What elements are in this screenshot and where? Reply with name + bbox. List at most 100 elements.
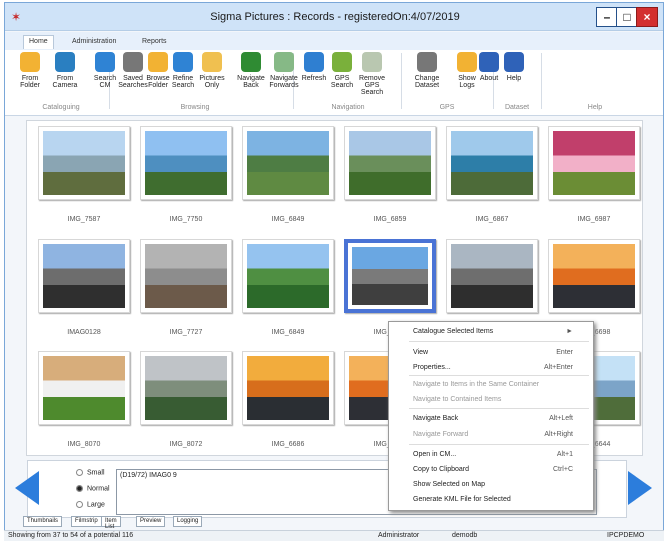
size-large-radio[interactable]: Large — [76, 501, 105, 508]
thumbnail-tile[interactable] — [344, 126, 436, 200]
ribbon-button-label: Search CM — [93, 75, 117, 89]
thumbnail-tile[interactable] — [140, 351, 232, 425]
camera-button[interactable]: From Camera — [48, 52, 82, 100]
context-menu-item[interactable]: Show Selected on Map — [389, 478, 593, 492]
thumbnail-tile[interactable] — [38, 351, 130, 425]
size-normal-radio[interactable]: Normal — [76, 485, 110, 492]
thumbnail-tile[interactable] — [242, 126, 334, 200]
thumbnail-image — [451, 244, 533, 308]
picture-button[interactable]: Pictures Only — [195, 52, 229, 100]
previous-page-arrow-icon[interactable] — [15, 471, 39, 505]
thumbnail-caption: IMG_7750 — [169, 216, 203, 223]
thumbnail-tile[interactable] — [140, 239, 232, 313]
status-machine: IPCPDEMO — [607, 532, 645, 539]
context-menu-shortcut: Alt+1 — [556, 451, 573, 458]
close-button[interactable]: × — [636, 7, 658, 27]
window-title: Sigma Pictures : Records - registeredOn:… — [210, 11, 460, 23]
tab-home[interactable]: Home — [23, 35, 54, 49]
thumbnail-tile[interactable] — [446, 239, 538, 313]
group-help: Help — [587, 104, 603, 111]
person-search-icon — [123, 52, 143, 72]
thumbnail-tile[interactable] — [446, 126, 538, 200]
thumbnail-image — [349, 131, 431, 195]
ribbon-tabs: Home Administration Reports — [5, 32, 663, 50]
context-menu-item[interactable]: View Enter — [389, 346, 593, 360]
thumbnail-image — [247, 131, 329, 195]
ribbon-button-label: Help — [506, 75, 522, 82]
context-menu-label: Navigate to Contained Items — [413, 396, 502, 403]
maximize-button[interactable]: □ — [616, 7, 638, 27]
ribbon-button-label: Navigate Forwards — [269, 75, 299, 89]
database-icon — [417, 52, 437, 72]
forward-icon — [274, 52, 294, 72]
ribbon-button-label: Refine Search — [171, 75, 195, 89]
gps-remove-button[interactable]: Remove GPS Search — [355, 52, 389, 100]
back-button[interactable]: Navigate Back — [234, 52, 268, 100]
context-menu-item[interactable]: Copy to Clipboard Ctrl+C — [389, 463, 593, 477]
thumbnail-caption: IMG_6849 — [271, 329, 305, 336]
thumbnail-caption: IMG_6867 — [475, 216, 509, 223]
context-menu-label: Navigate to Items in the Same Container — [413, 381, 540, 388]
context-menu-separator — [409, 444, 589, 445]
thumbnail-tile[interactable] — [548, 126, 640, 200]
group-browsing: Browsing — [180, 104, 210, 111]
thumbnail-caption: IMG_6859 — [373, 216, 407, 223]
bottom-tab[interactable]: Logging — [173, 516, 203, 527]
context-menu-item[interactable]: Catalogue Selected Items ► — [389, 325, 593, 339]
thumbnail-tile[interactable] — [140, 126, 232, 200]
thumbnail-tile[interactable] — [548, 239, 640, 313]
bottom-tab[interactable]: Filmstrip — [71, 516, 102, 527]
minimize-button[interactable]: – — [596, 7, 618, 27]
thumbnail-caption: IMG_7587 — [67, 216, 101, 223]
thumbnail-image — [145, 244, 227, 308]
thumbnail-tile[interactable] — [344, 239, 436, 313]
thumbnail-image — [451, 131, 533, 195]
tab-reports[interactable]: Reports — [137, 36, 172, 50]
context-menu-separator — [409, 375, 589, 376]
search-icon — [95, 52, 115, 72]
thumbnail-tile[interactable] — [242, 351, 334, 425]
context-menu-label: Generate KML File for Selected — [413, 496, 511, 503]
thumbnail-caption: IMG_8072 — [169, 441, 203, 448]
folder-add-button[interactable]: From Folder — [13, 52, 47, 100]
thumbnail-caption: IMG_6987 — [577, 216, 611, 223]
database-button[interactable]: Change Dataset — [410, 52, 444, 100]
thumbnail-tile[interactable] — [242, 239, 334, 313]
context-menu-shortcut: ► — [566, 328, 573, 335]
context-menu-shortcut: Alt+Right — [544, 431, 573, 438]
thumbnail-image — [43, 356, 125, 420]
bottom-tab[interactable]: Thumbnails — [23, 516, 63, 527]
ribbon-separator — [401, 53, 402, 109]
context-menu-shortcut: Alt+Enter — [544, 364, 573, 371]
search-icon — [173, 52, 193, 72]
folder-icon — [148, 52, 168, 72]
context-menu-item[interactable]: Navigate Back Alt+Left — [389, 412, 593, 426]
thumbnail-tile[interactable] — [38, 126, 130, 200]
thumbnail-image — [43, 244, 125, 308]
context-menu: Catalogue Selected Items ► View Enter Proper… — [388, 321, 594, 511]
bottom-tab[interactable]: Preview — [136, 516, 166, 527]
help-button[interactable]: Help — [497, 52, 531, 100]
picture-icon — [202, 52, 222, 72]
bottom-tab[interactable]: Item List — [101, 516, 121, 530]
ribbon-button-label: Remove GPS Search — [358, 75, 386, 96]
gps-remove-icon — [362, 52, 382, 72]
context-menu-item[interactable]: Generate KML File for Selected — [389, 493, 593, 507]
context-menu-item[interactable]: Open in CM... Alt+1 — [389, 448, 593, 462]
ribbon-button-label: Change Dataset — [414, 75, 440, 89]
thumbnail-tile[interactable] — [38, 239, 130, 313]
folder-add-icon — [20, 52, 40, 72]
thumbnail-caption: IMG_6849 — [271, 216, 305, 223]
size-small-radio[interactable]: Small — [76, 469, 105, 476]
tab-administration[interactable]: Administration — [67, 36, 121, 50]
thumbnail-image — [145, 131, 227, 195]
context-menu-label: View — [413, 349, 429, 356]
context-menu-item[interactable]: Properties... Alt+Enter — [389, 361, 593, 375]
context-menu-shortcut: Enter — [556, 349, 573, 356]
forward-button[interactable]: Navigate Forwards — [267, 52, 301, 100]
ribbon-button-label: About — [479, 75, 499, 82]
gps-button[interactable]: GPS Search — [325, 52, 359, 100]
group-navigation: Navigation — [331, 104, 365, 111]
next-page-arrow-icon[interactable] — [628, 471, 652, 505]
thumbnail-image — [247, 244, 329, 308]
